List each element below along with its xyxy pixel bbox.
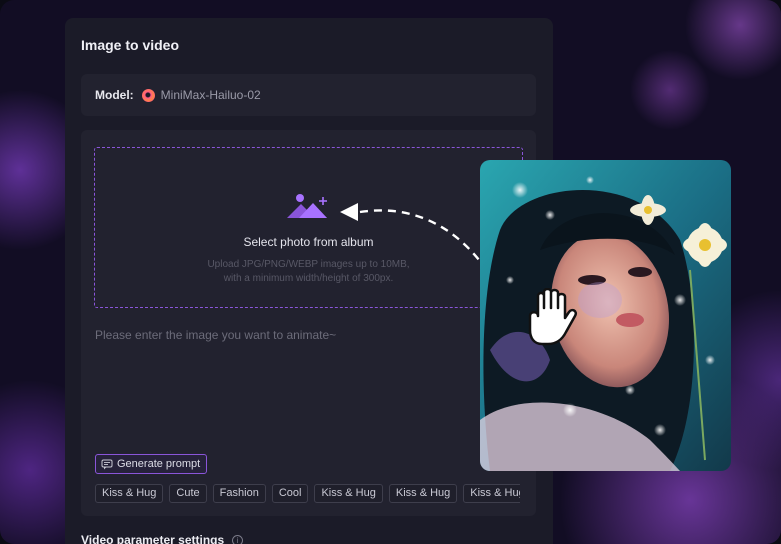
tag-chip[interactable]: Fashion [212, 484, 266, 503]
prompt-tags: Kiss & Hug Cute Fashion Cool Kiss & Hug Kiss … [95, 483, 520, 503]
generate-prompt-label: Generate prompt [117, 458, 201, 470]
info-icon[interactable]: i [232, 534, 244, 544]
tag-chip[interactable]: Kiss & Hug [463, 484, 520, 503]
model-name: MiniMax-Hailuo-02 [160, 88, 261, 102]
sample-photo [480, 160, 731, 471]
sample-photo-image [480, 160, 731, 471]
video-settings-label: Video parameter settings [81, 533, 225, 544]
tag-chip[interactable]: Kiss & Hug [388, 484, 458, 503]
model-selector[interactable]: Model: MiniMax-Hailuo-02 [81, 74, 536, 116]
hand-pointer-icon [528, 288, 577, 346]
prompt-area: Select photo from album Upload JPG/PNG/W… [81, 130, 536, 516]
photo-upload-icon [287, 194, 327, 218]
video-settings-title: Video parameter settings i [81, 533, 244, 544]
tag-chip[interactable]: Cute [169, 484, 207, 503]
tag-chip[interactable]: Kiss & Hug [95, 484, 164, 503]
prompt-chat-icon [101, 459, 113, 470]
panel-title: Image to video [81, 37, 180, 53]
tag-chip[interactable]: Kiss & Hug [314, 484, 383, 503]
prompt-input[interactable]: Please enter the image you want to anima… [95, 328, 336, 342]
generate-prompt-button[interactable]: Generate prompt [95, 454, 208, 474]
model-label: Model: [95, 88, 134, 102]
model-logo-icon [141, 88, 155, 102]
tag-chip[interactable]: Cool [271, 484, 309, 503]
